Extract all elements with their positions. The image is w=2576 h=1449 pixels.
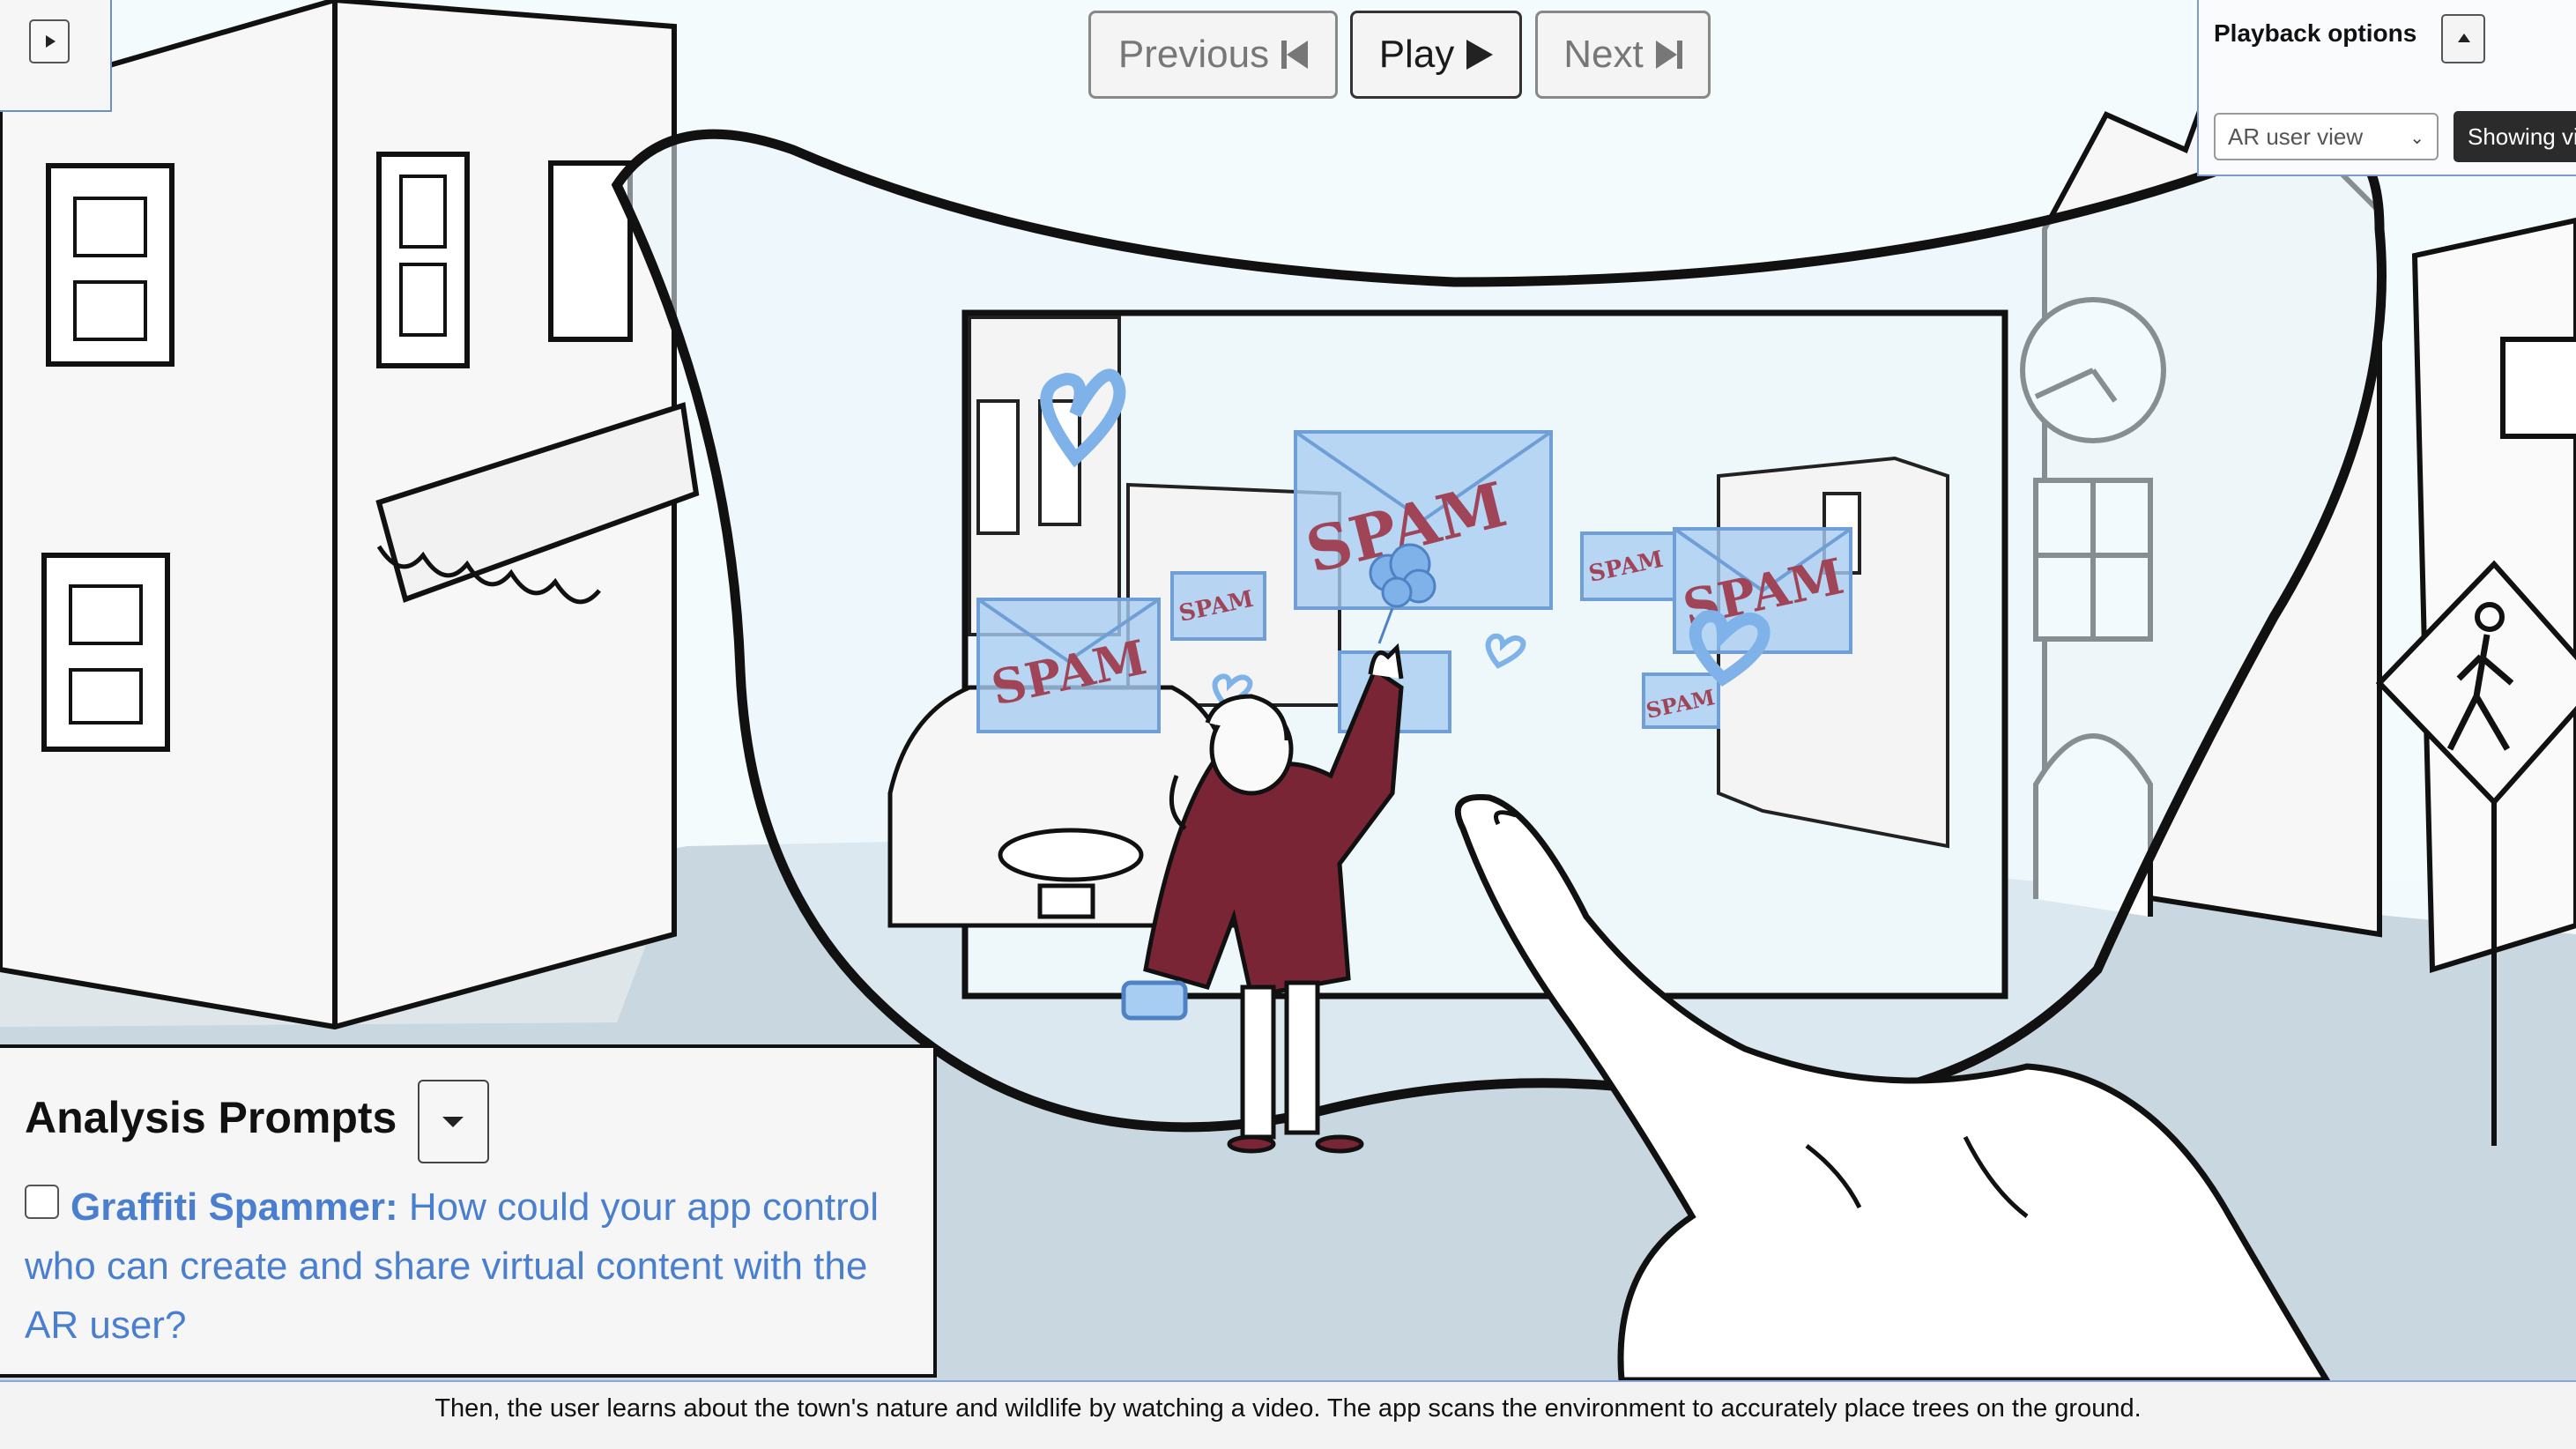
playback-options-panel: Playback options AR user view ⌄ Showing … [2197, 0, 2576, 176]
previous-label: Previous [1117, 33, 1270, 76]
left-building [0, 0, 700, 1030]
play-label: Play [1378, 33, 1455, 76]
analysis-prompts-dropdown-button[interactable] [418, 1080, 489, 1163]
analysis-prompts-panel: Analysis Prompts Graffiti Spammer: How c… [0, 1044, 937, 1378]
play-button[interactable]: Play [1350, 11, 1522, 99]
analysis-prompts-title: Analysis Prompts [25, 1093, 397, 1142]
sidebar-toggle-container [0, 0, 112, 112]
ar-view-frame: SPAM SPAM SPAM SPAM SPAM SPAM [887, 309, 2008, 999]
skip-back-icon [1281, 39, 1309, 71]
previous-button[interactable]: Previous [1088, 11, 1338, 99]
analysis-prompt-text: Graffiti Spammer: How could your app con… [25, 1178, 915, 1355]
playback-options-title: Playback options [2214, 19, 2417, 47]
showing-view-button[interactable]: Showing vi [2454, 111, 2576, 162]
prompt-checkbox[interactable] [25, 1185, 59, 1219]
chevron-down-icon: ⌄ [2409, 129, 2424, 148]
prompt-label: Graffiti Spammer: [71, 1185, 398, 1229]
playback-options-collapse-button[interactable] [2441, 14, 2485, 63]
next-label: Next [1563, 33, 1644, 76]
skip-forward-icon [1655, 39, 1682, 71]
next-button[interactable]: Next [1535, 11, 1711, 99]
view-select[interactable]: AR user view ⌄ [2214, 113, 2439, 160]
scene-caption: Then, the user learns about the town's n… [0, 1380, 2576, 1449]
view-select-value: AR user view [2228, 123, 2364, 150]
sidebar-expand-button[interactable] [29, 19, 70, 63]
play-icon [1466, 38, 1494, 71]
